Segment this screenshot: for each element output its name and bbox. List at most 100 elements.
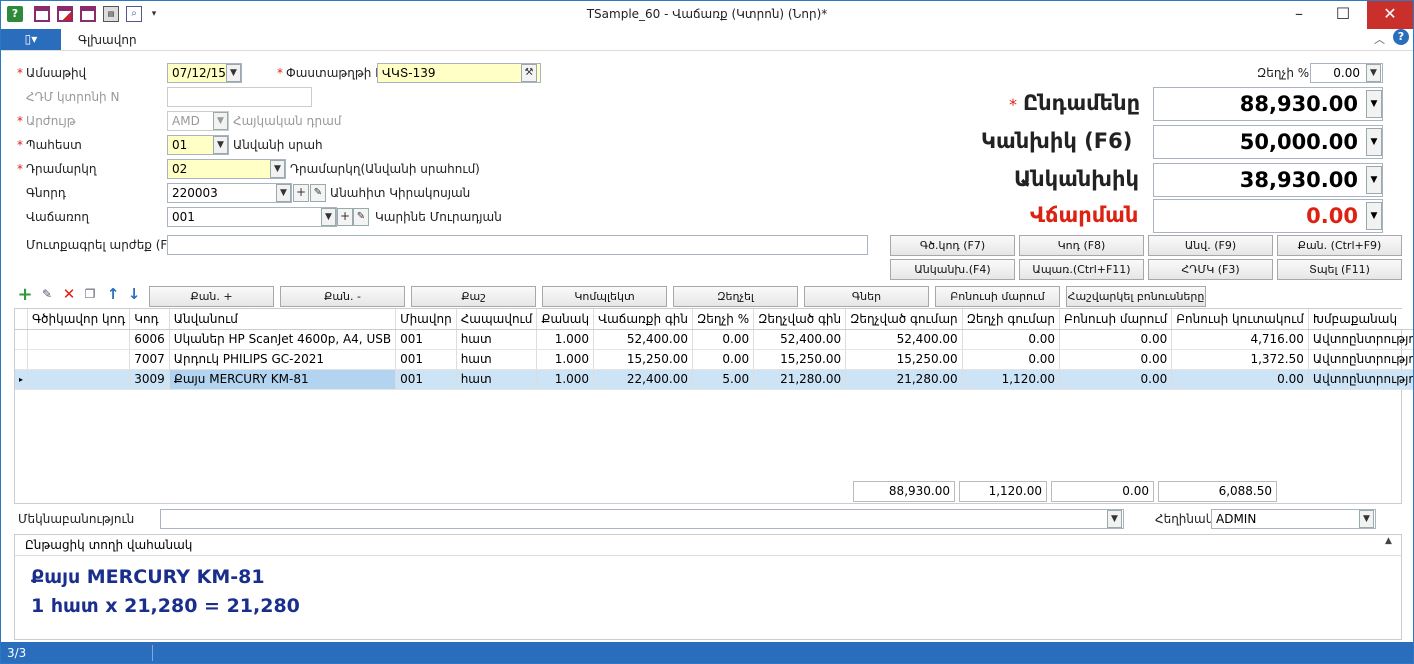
doc-no-generate-icon[interactable]: ⚒ (521, 64, 537, 82)
cell-discounted-price[interactable]: 15,250.00 (753, 349, 847, 370)
discount-dropdown-icon[interactable]: ▼ (1366, 64, 1381, 82)
cashbox-field[interactable]: 02 (167, 159, 286, 179)
cell-discount-sum[interactable]: 1,120.00 (962, 369, 1061, 390)
cell-name[interactable]: Սկաներ HP ScanJet 4600p, A4, USB (169, 329, 397, 350)
cell-bonus-accum[interactable]: 1,372.50 (1171, 349, 1309, 370)
kit-button[interactable]: Կոմպլեկտ (542, 286, 667, 307)
cell-code[interactable]: 3009 (129, 369, 170, 390)
date-dropdown-icon[interactable]: ▼ (226, 64, 241, 82)
col-bonus-redeem[interactable]: Բոնուսի մարում (1059, 309, 1173, 330)
cell-discount-pct[interactable]: 0.00 (692, 329, 755, 350)
cell-bonus-redeem[interactable]: 0.00 (1059, 329, 1173, 350)
cell-discounted-sum[interactable]: 52,400.00 (845, 329, 963, 350)
col-discounted-price[interactable]: Զեղչված գին (753, 309, 847, 330)
row-indicator-arrow-icon[interactable]: ▸ (15, 369, 28, 390)
col-barcode[interactable]: Գծիկավոր կոդ (27, 309, 131, 330)
qty-minus-button[interactable]: Քան. - (280, 286, 405, 307)
cell-unit[interactable]: 001 (395, 369, 457, 390)
col-bonus-accum[interactable]: Բոնուսի կուտակում (1171, 309, 1309, 330)
cell-sale-price[interactable]: 22,400.00 (593, 369, 693, 390)
cell-bonus-accum[interactable]: 0.00 (1171, 369, 1309, 390)
payment-dropdown-icon[interactable]: ▼ (1366, 202, 1382, 230)
hdm-button[interactable]: ՀԴՄԿ (F3) (1148, 259, 1273, 280)
buyer-dropdown-icon[interactable]: ▼ (276, 184, 291, 202)
col-quantity[interactable]: Քանակ (536, 309, 595, 330)
cell-bonus-redeem[interactable]: 0.00 (1059, 369, 1173, 390)
cell-bonus-accum[interactable]: 4,716.00 (1171, 329, 1309, 350)
copy-row-icon[interactable]: ❐ (82, 287, 98, 303)
seller-field[interactable]: 001 (167, 207, 337, 227)
help-icon[interactable]: ? (1393, 29, 1409, 45)
cell-sale-price[interactable]: 15,250.00 (593, 349, 693, 370)
row-indicator[interactable] (15, 329, 28, 350)
buyer-edit-icon[interactable]: ✎ (310, 184, 326, 202)
total-dropdown-icon[interactable]: ▼ (1366, 90, 1382, 118)
cell-discount-sum[interactable]: 0.00 (962, 349, 1061, 370)
col-discount-pct[interactable]: Զեղչի % (692, 309, 755, 330)
noncash-field[interactable]: 38,930.00 (1153, 163, 1383, 197)
move-down-icon[interactable]: ↓ (126, 287, 142, 303)
author-field[interactable]: ADMIN (1211, 509, 1376, 529)
credit-button[interactable]: Ապառ.(Ctrl+F11) (1019, 259, 1144, 280)
cell-code[interactable]: 7007 (129, 349, 170, 370)
cell-bonus-redeem[interactable]: 0.00 (1059, 349, 1173, 370)
cashbox-dropdown-icon[interactable]: ▼ (270, 160, 285, 178)
cell-unit[interactable]: 001 (395, 349, 457, 370)
close-button[interactable]: ✕ (1367, 1, 1413, 29)
seller-add-icon[interactable]: + (337, 208, 353, 226)
comment-field[interactable] (160, 509, 1124, 529)
delete-row-icon[interactable]: ✕ (61, 287, 77, 303)
col-name[interactable]: Անվանում (169, 309, 397, 330)
cell-sale-price[interactable]: 52,400.00 (593, 329, 693, 350)
file-menu-button[interactable]: ▯▾ (1, 29, 61, 50)
row-indicator[interactable] (15, 349, 28, 370)
maximize-button[interactable]: ☐ (1321, 1, 1365, 29)
cell-barcode[interactable] (27, 349, 131, 370)
panel-collapse-icon[interactable]: ▲ (1385, 536, 1392, 546)
comment-dropdown-icon[interactable]: ▼ (1107, 510, 1122, 528)
cell-discount-pct[interactable]: 0.00 (692, 349, 755, 370)
edit-row-icon[interactable]: ✎ (39, 287, 55, 303)
cell-unit-abbr[interactable]: հատ (456, 329, 538, 350)
buyer-add-icon[interactable]: + (293, 184, 309, 202)
col-unit[interactable]: Միավոր (395, 309, 457, 330)
cell-quantity[interactable]: 1.000 (536, 369, 595, 390)
add-row-icon[interactable]: + (17, 286, 33, 304)
doc-no-field[interactable]: ՎԿՏ-139 (377, 63, 541, 83)
col-code[interactable]: Կոդ (129, 309, 170, 330)
cell-barcode[interactable] (27, 369, 131, 390)
ribbon-collapse-icon[interactable]: ︿ (1374, 31, 1385, 47)
cell-discounted-sum[interactable]: 21,280.00 (845, 369, 963, 390)
cell-quantity[interactable]: 1.000 (536, 349, 595, 370)
cell-unit-abbr[interactable]: հատ (456, 349, 538, 370)
quantity-button[interactable]: Քան. (Ctrl+F9) (1277, 235, 1402, 256)
col-discount-sum[interactable]: Զեղչի գումար (962, 309, 1061, 330)
col-unit-abbr[interactable]: Հապավում (456, 309, 538, 330)
cell-discounted-price[interactable]: 52,400.00 (753, 329, 847, 350)
minimize-button[interactable]: – (1277, 1, 1321, 29)
discount-button[interactable]: Զեղչել (673, 286, 798, 307)
name-button[interactable]: Անվ. (F9) (1148, 235, 1273, 256)
cell-discount-sum[interactable]: 0.00 (962, 329, 1061, 350)
cell-discount-pct[interactable]: 5.00 (692, 369, 755, 390)
warehouse-dropdown-icon[interactable]: ▼ (213, 136, 228, 154)
table-row-selected[interactable]: ▸ 3009 Քայս MERCURY KM-81 001 հատ 1.000 … (15, 369, 1413, 390)
cash-dropdown-icon[interactable]: ▼ (1366, 128, 1382, 156)
cell-batch[interactable]: Ավտոընտրություն (1308, 349, 1413, 370)
print-button[interactable]: Տպել (F11) (1277, 259, 1402, 280)
col-batch[interactable]: Խմբաքանակ (1308, 309, 1413, 330)
weight-button[interactable]: Քաշ (411, 286, 536, 307)
move-up-icon[interactable]: ↑ (105, 287, 121, 303)
table-row[interactable]: 7007 Արդուկ PHILIPS GC-2021 001 հատ 1.00… (15, 349, 1413, 370)
table-row[interactable]: 6006 Սկաներ HP ScanJet 4600p, A4, USB 00… (15, 329, 1413, 350)
noncash-button[interactable]: Անկանխ.(F4) (890, 259, 1015, 280)
col-sale-price[interactable]: Վաճառքի գին (593, 309, 693, 330)
cell-discounted-sum[interactable]: 15,250.00 (845, 349, 963, 370)
author-dropdown-icon[interactable]: ▼ (1359, 510, 1374, 528)
code-button[interactable]: Կոդ (F8) (1019, 235, 1144, 256)
cell-batch[interactable]: Ավտոընտրություն (1308, 369, 1413, 390)
bonus-redeem-button[interactable]: Բոնուսի մարում (935, 286, 1060, 307)
cell-name[interactable]: Արդուկ PHILIPS GC-2021 (169, 349, 397, 370)
prices-button[interactable]: Գներ (804, 286, 929, 307)
barcode-button[interactable]: Գծ.կոդ (F7) (890, 235, 1015, 256)
